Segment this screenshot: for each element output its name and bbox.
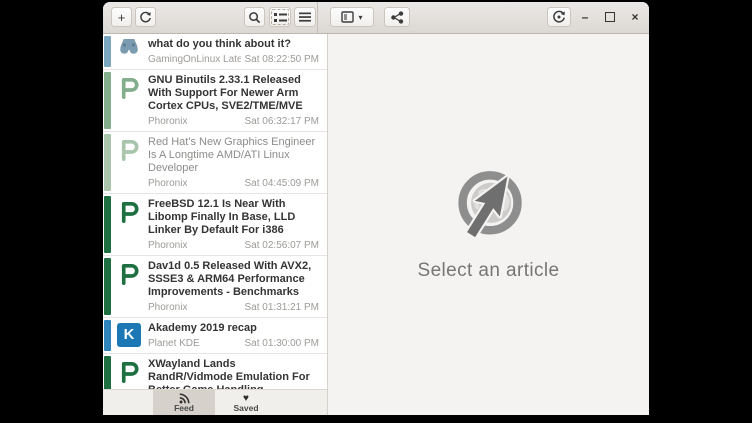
article-title: what do you think about it? — [148, 38, 319, 51]
placeholder-message: Select an article — [418, 260, 560, 282]
reader-view-icon — [341, 11, 354, 23]
headerbar-separator — [317, 2, 318, 33]
refresh-icon — [139, 11, 152, 24]
share-button[interactable] — [384, 7, 410, 27]
feeds-app-logo — [451, 168, 527, 244]
article-time: Sat 02:56:07 PM — [245, 240, 320, 252]
phoronix-feed-icon — [116, 359, 142, 384]
article-list-pane: what do you think about it? GamingOnLinu… — [103, 34, 328, 415]
article-title: XWayland Lands RandR/Vidmode Emulation F… — [148, 358, 319, 390]
article-list-item[interactable]: what do you think about it? GamingOnLinu… — [103, 34, 327, 70]
feed-color-bar — [104, 36, 111, 67]
minimize-button[interactable]: – — [575, 7, 595, 27]
article-source: Phoronix — [148, 302, 187, 314]
phoronix-feed-icon — [116, 75, 142, 100]
article-source: GamingOnLinux Latest... — [148, 54, 241, 66]
sync-circle-icon — [552, 10, 566, 24]
article-title: Akademy 2019 recap — [148, 322, 319, 335]
article-title: Red Hat's New Graphics Engineer Is A Lon… — [148, 136, 319, 175]
close-button[interactable]: × — [625, 7, 645, 27]
feed-color-bar — [104, 134, 111, 191]
article-view-placeholder: Select an article — [328, 34, 649, 415]
tab-saved[interactable]: ♥ Saved — [215, 390, 277, 415]
tab-feed[interactable]: Feed — [153, 390, 215, 415]
chevron-down-icon: ▾ — [358, 13, 362, 22]
add-feed-button[interactable]: + — [111, 7, 132, 27]
article-source: Phoronix — [148, 178, 187, 190]
article-source: Planet KDE — [148, 338, 200, 350]
article-title: GNU Binutils 2.33.1 Released With Suppor… — [148, 74, 319, 113]
article-time: Sat 04:45:09 PM — [245, 178, 320, 190]
article-list-item[interactable]: K Akademy 2019 recap Planet KDE Sat 01:3… — [103, 318, 327, 354]
article-source: Phoronix — [148, 116, 187, 128]
list-style-button[interactable] — [269, 7, 291, 27]
main-content: what do you think about it? GamingOnLinu… — [103, 34, 649, 415]
tab-saved-label: Saved — [233, 404, 258, 413]
feed-color-bar — [104, 196, 111, 253]
minimize-icon: – — [582, 10, 589, 24]
article-list-item[interactable]: Red Hat's New Graphics Engineer Is A Lon… — [103, 132, 327, 194]
phoronix-feed-icon — [116, 261, 142, 286]
menu-button[interactable] — [294, 7, 316, 27]
share-icon — [390, 11, 404, 24]
article-list-item[interactable]: XWayland Lands RandR/Vidmode Emulation F… — [103, 354, 327, 389]
refresh-button[interactable] — [135, 7, 156, 27]
maximize-icon — [605, 12, 615, 22]
planet-kde-feed-icon: K — [116, 323, 142, 347]
tab-feed-label: Feed — [174, 404, 194, 413]
kde-logo: K — [117, 323, 141, 347]
article-list[interactable]: what do you think about it? GamingOnLinu… — [103, 34, 327, 389]
offline-content-button[interactable] — [547, 7, 571, 27]
hamburger-menu-icon — [299, 12, 311, 22]
article-list-item[interactable]: Dav1d 0.5 Released With AVX2, SSSE3 & AR… — [103, 256, 327, 318]
close-icon: × — [631, 10, 638, 24]
article-time: Sat 08:22:50 PM — [245, 54, 320, 66]
plus-icon: + — [118, 10, 126, 25]
gamingonlinux-feed-icon — [116, 39, 142, 57]
maximize-button[interactable] — [600, 7, 620, 27]
reader-mode-dropdown[interactable]: ▾ — [330, 7, 374, 27]
article-time: Sat 01:31:21 PM — [245, 302, 320, 314]
feed-color-bar — [104, 320, 111, 351]
detailed-list-icon — [274, 12, 287, 23]
headerbar: + — [103, 2, 649, 34]
article-source: Phoronix — [148, 240, 187, 252]
feed-color-bar — [104, 356, 111, 389]
article-time: Sat 01:30:00 PM — [245, 338, 320, 350]
article-title: FreeBSD 12.1 Is Near With Libomp Finally… — [148, 198, 319, 237]
phoronix-feed-icon — [116, 137, 142, 162]
article-title: Dav1d 0.5 Released With AVX2, SSSE3 & AR… — [148, 260, 319, 299]
view-switcher: Feed ♥ Saved — [103, 389, 327, 415]
search-icon — [248, 11, 261, 24]
article-list-item[interactable]: GNU Binutils 2.33.1 Released With Suppor… — [103, 70, 327, 132]
search-button[interactable] — [244, 7, 265, 27]
article-time: Sat 06:32:17 PM — [245, 116, 320, 128]
feed-color-bar — [104, 258, 111, 315]
feed-color-bar — [104, 72, 111, 129]
app-window: + — [103, 2, 649, 415]
phoronix-feed-icon — [116, 199, 142, 224]
article-list-item[interactable]: FreeBSD 12.1 Is Near With Libomp Finally… — [103, 194, 327, 256]
